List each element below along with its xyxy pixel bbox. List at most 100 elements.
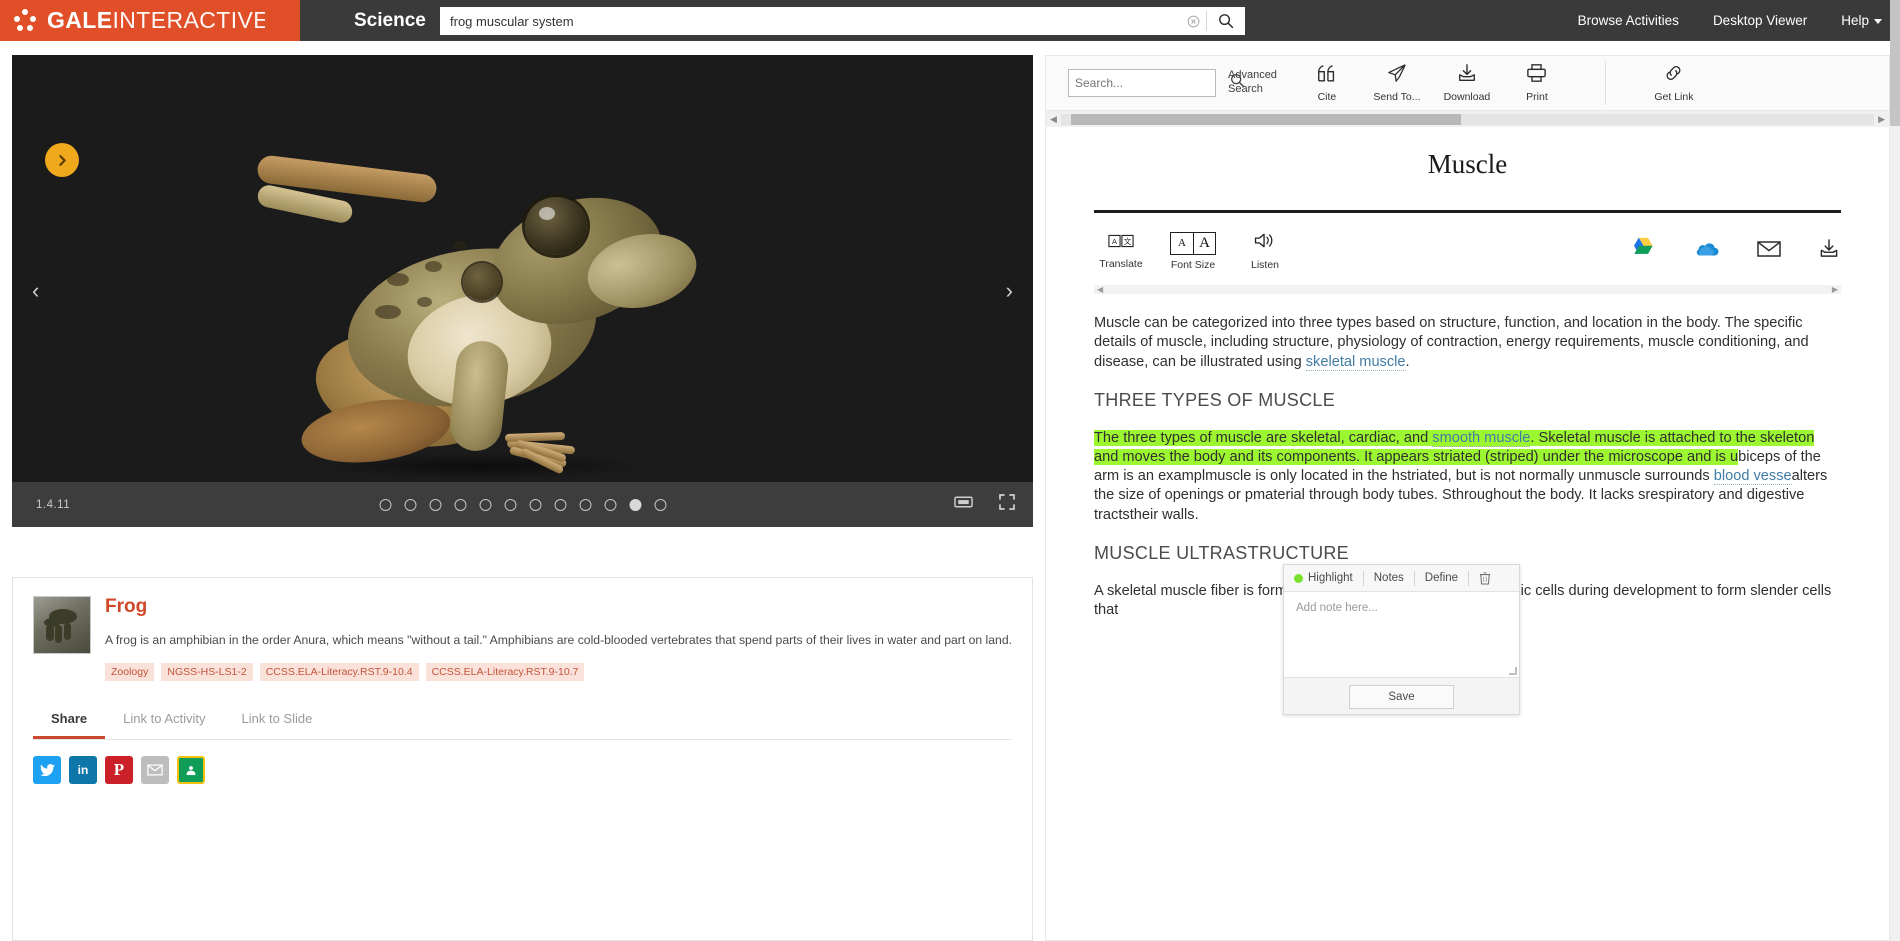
tag-item[interactable]: Zoology xyxy=(105,663,155,682)
save-note-button[interactable]: Save xyxy=(1349,684,1454,709)
brand-wordmark: GALEINTERACTIVE xyxy=(47,7,269,34)
slide-dot[interactable] xyxy=(379,498,391,511)
translate-button[interactable]: A文 Translate xyxy=(1094,233,1148,270)
share-pinterest-icon[interactable]: P xyxy=(105,756,133,785)
document-search-input[interactable] xyxy=(1075,76,1230,90)
tag-item[interactable]: NGSS-HS-LS1-2 xyxy=(161,663,253,682)
paragraph-1-pre-text: Muscle can be categorized into three typ… xyxy=(1094,315,1809,370)
activity-viewer-column: ‹ › 1.4.11 Frog A frog is an amphibian i… xyxy=(12,55,1033,941)
xref-skeletal-muscle[interactable]: skeletal muscle xyxy=(1305,353,1406,371)
onedrive-icon[interactable] xyxy=(1693,239,1721,264)
nav-desktop-viewer[interactable]: Desktop Viewer xyxy=(1713,13,1807,28)
get-link-button[interactable]: Get Link xyxy=(1650,63,1698,103)
document-inner-scrollbar[interactable]: ◀ ▶ xyxy=(1094,285,1841,294)
cite-label: Cite xyxy=(1317,90,1337,103)
nav-browse-activities[interactable]: Browse Activities xyxy=(1578,13,1679,28)
scroll-right-arrow-icon[interactable]: ▶ xyxy=(1874,114,1889,125)
slide-dot[interactable] xyxy=(529,498,541,511)
slide-stage[interactable]: ‹ › 1.4.11 xyxy=(12,55,1033,527)
highlight-option[interactable]: Highlight xyxy=(1284,565,1363,591)
highlighted-text-start[interactable]: The three types of muscle are skeletal, … xyxy=(1094,429,1433,446)
paragraph-2-line-5: muscle is only located in the h xyxy=(1205,468,1400,484)
print-button[interactable]: Print xyxy=(1513,63,1561,103)
slide-dot-navigation[interactable] xyxy=(379,498,666,511)
document-search-box[interactable] xyxy=(1068,69,1245,97)
fullscreen-icon[interactable] xyxy=(999,494,1015,515)
paper-plane-icon xyxy=(1386,63,1408,88)
note-resize-handle[interactable] xyxy=(1509,667,1517,675)
note-popup-toolbar: Highlight Notes Define xyxy=(1284,565,1519,592)
inner-scroll-right-icon[interactable]: ▶ xyxy=(1832,285,1838,294)
scroll-left-arrow-icon[interactable]: ◀ xyxy=(1046,114,1061,125)
highlight-color-swatch[interactable] xyxy=(1294,573,1303,583)
slide-dot[interactable] xyxy=(404,498,416,511)
search-icon[interactable] xyxy=(1207,7,1245,35)
paragraph-2-line-6: striated, but is not normally un xyxy=(1399,468,1595,484)
slide-dot[interactable] xyxy=(604,498,616,511)
document-title: Muscle xyxy=(1427,149,1508,179)
global-search-bar[interactable] xyxy=(440,7,1245,35)
google-drive-icon[interactable] xyxy=(1630,236,1657,266)
section-heading-ultrastructure: MUSCLE ULTRASTRUCTURE xyxy=(1094,542,1349,563)
brand-bold-text: GALE xyxy=(47,7,113,33)
document-horizontal-scrollbar[interactable]: ◀ ▶ xyxy=(1045,111,1890,127)
nav-help[interactable]: Help xyxy=(1841,13,1882,28)
xref-smooth-muscle[interactable]: smooth muscle xyxy=(1432,429,1531,447)
trash-icon[interactable] xyxy=(1469,565,1501,591)
document-toolbar: Advanced Search Cite Send To... Download xyxy=(1045,55,1890,111)
scrollbar-track[interactable] xyxy=(1060,113,1875,125)
email-icon[interactable] xyxy=(1757,240,1781,263)
slide-dot[interactable] xyxy=(454,498,466,511)
brand-logo-area[interactable]: GALEINTERACTIVE xyxy=(0,0,300,41)
speaker-icon xyxy=(1253,231,1277,255)
widescreen-icon[interactable] xyxy=(954,495,973,514)
clear-circle-icon[interactable] xyxy=(1180,7,1206,35)
download-button[interactable]: Download xyxy=(1443,63,1491,103)
global-search-input[interactable] xyxy=(440,7,1180,35)
tag-item[interactable]: CCSS.ELA-Literacy.RST.9-10.4 xyxy=(259,663,419,682)
page-vertical-scrollbar[interactable] xyxy=(1890,0,1900,941)
slide-dot[interactable] xyxy=(429,498,441,511)
page-scrollbar-thumb[interactable] xyxy=(1890,0,1900,126)
slide-next-arrow[interactable]: › xyxy=(1006,280,1013,302)
frog-3d-model-image[interactable] xyxy=(255,154,757,505)
tab-link-to-activity[interactable]: Link to Activity xyxy=(105,703,223,739)
tab-share[interactable]: Share xyxy=(33,703,106,740)
send-to-button[interactable]: Send To... xyxy=(1373,63,1421,103)
frog-thumbnail[interactable] xyxy=(33,596,91,654)
document-paragraph-2: The three types of muscle are skeletal, … xyxy=(1094,429,1841,525)
slide-dot[interactable] xyxy=(504,498,516,511)
activity-description: A frog is an amphibian in the order Anur… xyxy=(105,633,1012,647)
slide-advance-button[interactable] xyxy=(45,143,79,177)
define-option[interactable]: Define xyxy=(1415,565,1468,591)
advanced-search-link[interactable]: Advanced Search xyxy=(1228,69,1277,97)
slide-prev-arrow[interactable]: ‹ xyxy=(32,280,39,302)
slide-dot[interactable] xyxy=(479,498,491,511)
info-card-tabs: Share Link to Activity Link to Slide xyxy=(33,703,1012,741)
brand-skew-decoration xyxy=(265,0,299,41)
chevron-down-icon xyxy=(1874,18,1882,24)
font-size-button[interactable]: AA Font Size xyxy=(1166,231,1220,271)
download-icon[interactable] xyxy=(1817,238,1841,264)
share-email-icon[interactable] xyxy=(141,756,169,785)
tab-link-to-slide[interactable]: Link to Slide xyxy=(224,703,331,739)
slide-dot[interactable] xyxy=(579,498,591,511)
scrollbar-thumb[interactable] xyxy=(1070,113,1461,125)
download-icon xyxy=(1456,63,1478,88)
tag-item[interactable]: CCSS.ELA-Literacy.RST.9-10.7 xyxy=(425,663,585,682)
listen-button[interactable]: Listen xyxy=(1238,231,1292,271)
share-google-classroom-icon[interactable] xyxy=(177,756,205,785)
highlight-label: Highlight xyxy=(1308,572,1353,584)
notes-option[interactable]: Notes xyxy=(1364,565,1414,591)
link-icon xyxy=(1663,63,1684,88)
slide-dot[interactable] xyxy=(554,498,566,511)
slide-dot[interactable] xyxy=(654,498,666,511)
inner-scroll-left-icon[interactable]: ◀ xyxy=(1097,285,1103,294)
share-twitter-icon[interactable] xyxy=(33,756,61,785)
slide-dot-active[interactable] xyxy=(629,498,641,511)
translate-label: Translate xyxy=(1099,257,1143,270)
note-textarea-wrapper[interactable]: Add note here... xyxy=(1284,592,1519,678)
share-linkedin-icon[interactable]: in xyxy=(69,756,97,785)
cite-button[interactable]: Cite xyxy=(1303,64,1351,103)
xref-blood-vessels[interactable]: blood vesse xyxy=(1713,468,1792,485)
